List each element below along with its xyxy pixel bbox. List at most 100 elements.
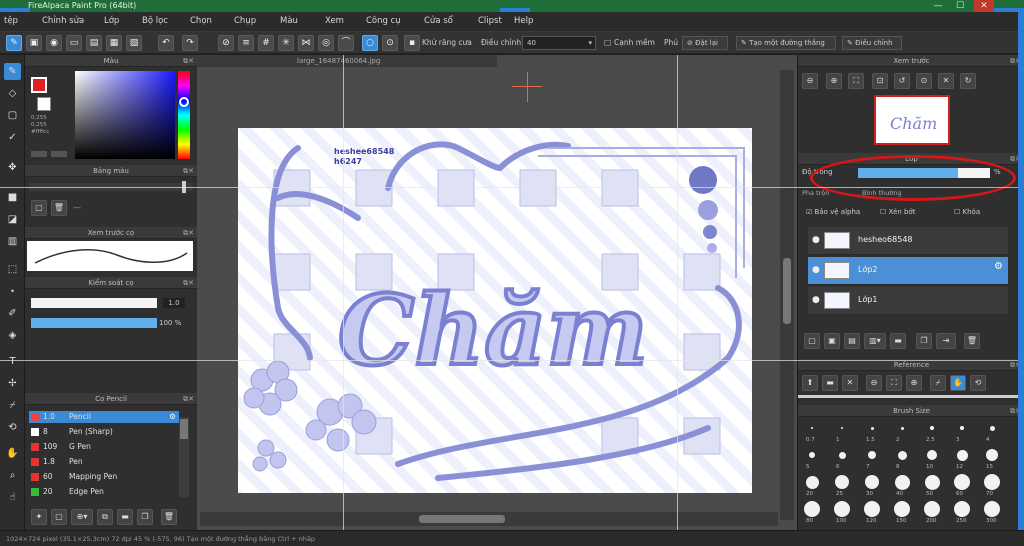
select-rect-icon[interactable]: ▢ [4, 107, 21, 124]
minimize-button[interactable]: — [928, 0, 948, 12]
new-ruler-button[interactable]: ✎ Tạo một đường thẳng [736, 36, 836, 50]
bucket-icon[interactable]: ▣ [26, 35, 42, 51]
brush-size-dot[interactable] [900, 426, 904, 430]
menu-file[interactable]: tệp [4, 16, 18, 26]
soft-edge-checkbox[interactable]: □ [604, 38, 611, 47]
brush-size-dot[interactable] [924, 501, 940, 517]
brush-list-item[interactable]: 109 G Pen [29, 441, 179, 453]
brush-list-scrollbar[interactable] [179, 417, 189, 497]
layer-visibility-icon[interactable]: ● [812, 265, 820, 275]
redo-icon[interactable]: ↷ [182, 35, 198, 51]
brush-copy-icon[interactable]: ❐ [137, 509, 153, 525]
brush-size-dot[interactable] [811, 427, 813, 429]
panel-icon[interactable]: ▤ [86, 35, 102, 51]
layer-visibility-icon[interactable]: ● [812, 295, 820, 305]
text-icon[interactable]: T [4, 353, 21, 370]
move-icon[interactable]: ✥ [4, 159, 21, 176]
brush-size-dot[interactable] [984, 474, 1000, 490]
brush-list-item[interactable]: 8 Pen (Sharp) [29, 426, 179, 438]
brush-size-dot[interactable] [956, 449, 968, 461]
brush-size-dot[interactable] [989, 425, 995, 431]
lasso-icon[interactable]: ⬚ [4, 261, 21, 278]
zoom-in-icon[interactable]: ⊕ [826, 73, 842, 89]
rotate-icon[interactable]: ⟲ [4, 419, 21, 436]
brush-size-dot[interactable] [804, 501, 820, 517]
close-button[interactable]: ✕ [974, 0, 994, 12]
reset-button[interactable]: ⊘ Đặt lại [682, 36, 728, 50]
brush-size-dot[interactable] [834, 501, 850, 517]
duplicate-layer-icon[interactable]: ❐ [916, 333, 932, 349]
reference-eyedropper-icon[interactable]: ⌿ [930, 375, 946, 391]
brush-size-value[interactable]: 1.0 [163, 298, 185, 308]
new-special-layer-icon[interactable]: ▥▾ [864, 333, 886, 349]
brush-list-item[interactable]: 60 Mapping Pen [29, 471, 179, 483]
layer-row[interactable]: ● Lớp2 [808, 257, 1008, 285]
square-icon[interactable]: ■ [4, 189, 21, 206]
brush-size-dot[interactable] [986, 449, 998, 461]
menu-window[interactable]: Cửa sổ [424, 16, 453, 26]
menu-capture[interactable]: Chụp [234, 16, 256, 26]
document-tab[interactable]: large_16487460064.jpg [197, 55, 497, 67]
image-icon[interactable]: ▧ [126, 35, 142, 51]
comment-icon[interactable]: ◉ [46, 35, 62, 51]
menu-help[interactable]: Help [514, 16, 533, 26]
brush-size-dot[interactable] [927, 450, 937, 460]
brush-list-item[interactable]: 20 Edge Pen [29, 486, 179, 498]
brush-opacity-slider[interactable] [31, 318, 157, 328]
fill-icon[interactable]: ◪ [4, 211, 21, 228]
palette-new-icon[interactable]: ▢ [31, 200, 47, 216]
brush-size-dot[interactable] [924, 474, 940, 490]
brush-size-slider[interactable] [31, 298, 157, 308]
new-8bit-layer-icon[interactable]: ▣ [824, 333, 840, 349]
smoothing-checkbox[interactable]: ▪ [404, 35, 420, 51]
zoom-out-icon[interactable]: ⊖ [802, 73, 818, 89]
reference-hand-icon[interactable]: ✋ [950, 375, 966, 391]
brush-size-dot[interactable] [838, 451, 846, 459]
layer-row[interactable]: ● Lớp1 [808, 287, 1008, 315]
color-picker-field[interactable] [75, 71, 175, 159]
hand-icon[interactable]: ✋ [4, 445, 21, 462]
new-1bit-layer-icon[interactable]: ▤ [844, 333, 860, 349]
snap-curve-icon[interactable]: ⌒ [338, 35, 354, 51]
adjust-button[interactable]: ✎ Điều chỉnh [842, 36, 902, 50]
snap-parallel-icon[interactable]: ≡ [238, 35, 254, 51]
brush-folder-icon[interactable]: ▬ [117, 509, 133, 525]
new-layer-icon[interactable]: ▢ [804, 333, 820, 349]
snap-perspective-icon[interactable]: ⋈ [298, 35, 314, 51]
snap-off-icon[interactable]: ⊘ [218, 35, 234, 51]
menu-clipst[interactable]: Clipst [478, 16, 502, 26]
reference-zoom-in-icon[interactable]: ⊕ [906, 375, 922, 391]
zoom-icon[interactable]: ⌕ [4, 467, 21, 484]
pen-select-icon[interactable]: ✐ [4, 305, 21, 322]
snap-circle-icon[interactable]: ◎ [318, 35, 334, 51]
layer-visibility-icon[interactable]: ● [812, 235, 820, 245]
protect-alpha-checkbox[interactable]: ☑ Bảo vệ alpha [806, 208, 860, 216]
brush-gear-icon[interactable]: ⚙ [169, 411, 176, 423]
eyedropper-icon[interactable]: ⌿ [4, 397, 21, 414]
brush-size-dot[interactable] [894, 501, 910, 517]
lock-checkbox[interactable]: ☐ Khóa [954, 208, 980, 216]
select-eraser-icon[interactable]: ◈ [4, 327, 21, 344]
menu-layer[interactable]: Lớp [104, 16, 119, 26]
canvas-vscroll[interactable] [780, 70, 794, 520]
secondary-color-swatch[interactable] [37, 97, 51, 111]
rotate-right-icon[interactable]: ↻ [960, 73, 976, 89]
gradient-icon[interactable]: ▥ [4, 233, 21, 250]
brush-size-dot[interactable] [841, 427, 843, 429]
brush-size-dot[interactable] [835, 475, 849, 489]
pan-icon[interactable]: ☝ [4, 489, 21, 506]
clipping-checkbox[interactable]: ☐ Xén bớt [880, 208, 915, 216]
brush-size-dot[interactable] [984, 501, 1000, 517]
brush-list-item[interactable]: 1.8 Pen [29, 456, 179, 468]
merge-layer-icon[interactable]: ⇥ [936, 333, 956, 349]
divide-icon[interactable]: ✢ [4, 375, 21, 392]
menu-view[interactable]: Xem [325, 16, 344, 26]
brush-size-dot[interactable] [954, 501, 970, 517]
blend-select[interactable]: Bình thường [862, 189, 902, 197]
rotate-left-icon[interactable]: ↺ [894, 73, 910, 89]
maximize-button[interactable]: ☐ [950, 0, 970, 12]
primary-color-swatch[interactable] [31, 77, 47, 93]
correction-select[interactable]: 40 ▾ [522, 36, 596, 50]
color-mode-button-2[interactable] [51, 151, 67, 157]
undo-icon[interactable]: ↶ [158, 35, 174, 51]
